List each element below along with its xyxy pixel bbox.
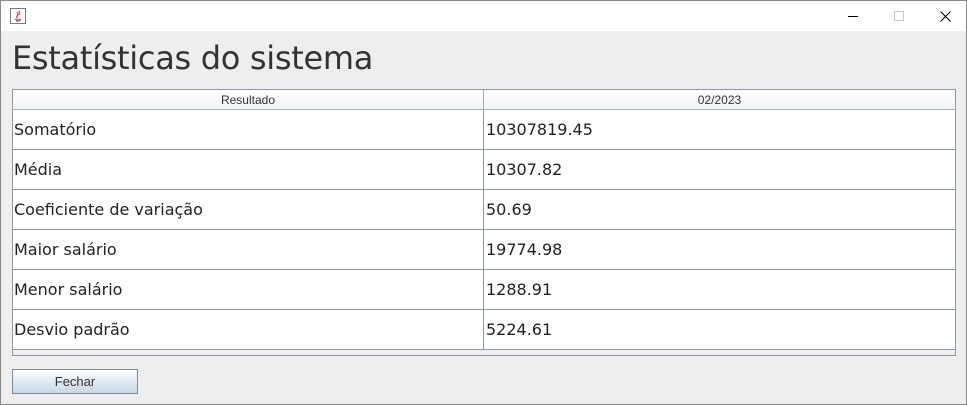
- minimize-icon: [848, 16, 858, 17]
- row-value[interactable]: 19774.98: [484, 230, 955, 269]
- row-value[interactable]: 10307.82: [484, 150, 955, 189]
- row-label[interactable]: Desvio padrão: [13, 310, 484, 349]
- close-window-button[interactable]: [922, 1, 967, 31]
- title-bar[interactable]: [1, 1, 966, 31]
- java-icon[interactable]: [10, 8, 26, 24]
- row-value[interactable]: 50.69: [484, 190, 955, 229]
- column-header-period[interactable]: 02/2023: [484, 90, 955, 109]
- close-icon: [939, 10, 951, 22]
- table-row[interactable]: Coeficiente de variação 50.69: [13, 190, 955, 230]
- row-label[interactable]: Coeficiente de variação: [13, 190, 484, 229]
- row-label[interactable]: Maior salário: [13, 230, 484, 269]
- close-button[interactable]: Fechar: [12, 369, 138, 394]
- row-label[interactable]: Menor salário: [13, 270, 484, 309]
- app-window: Estatísticas do sistema Resultado 02/202…: [0, 0, 967, 405]
- table-header: Resultado 02/2023: [13, 90, 955, 110]
- minimize-button[interactable]: [830, 1, 876, 31]
- table-row[interactable]: Menor salário 1288.91: [13, 270, 955, 310]
- maximize-button[interactable]: [876, 1, 922, 31]
- page-title: Estatísticas do sistema: [12, 39, 374, 77]
- table-row[interactable]: Média 10307.82: [13, 150, 955, 190]
- row-label[interactable]: Média: [13, 150, 484, 189]
- row-value[interactable]: 10307819.45: [484, 110, 955, 149]
- row-label[interactable]: Somatório: [13, 110, 484, 149]
- row-value[interactable]: 5224.61: [484, 310, 955, 349]
- maximize-icon: [894, 11, 904, 21]
- column-header-resultado[interactable]: Resultado: [13, 90, 484, 109]
- statistics-table: Resultado 02/2023 Somatório 10307819.45 …: [12, 89, 956, 356]
- row-value[interactable]: 1288.91: [484, 270, 955, 309]
- table-row[interactable]: Desvio padrão 5224.61: [13, 310, 955, 350]
- table-row[interactable]: Maior salário 19774.98: [13, 230, 955, 270]
- table-row[interactable]: Somatório 10307819.45: [13, 110, 955, 150]
